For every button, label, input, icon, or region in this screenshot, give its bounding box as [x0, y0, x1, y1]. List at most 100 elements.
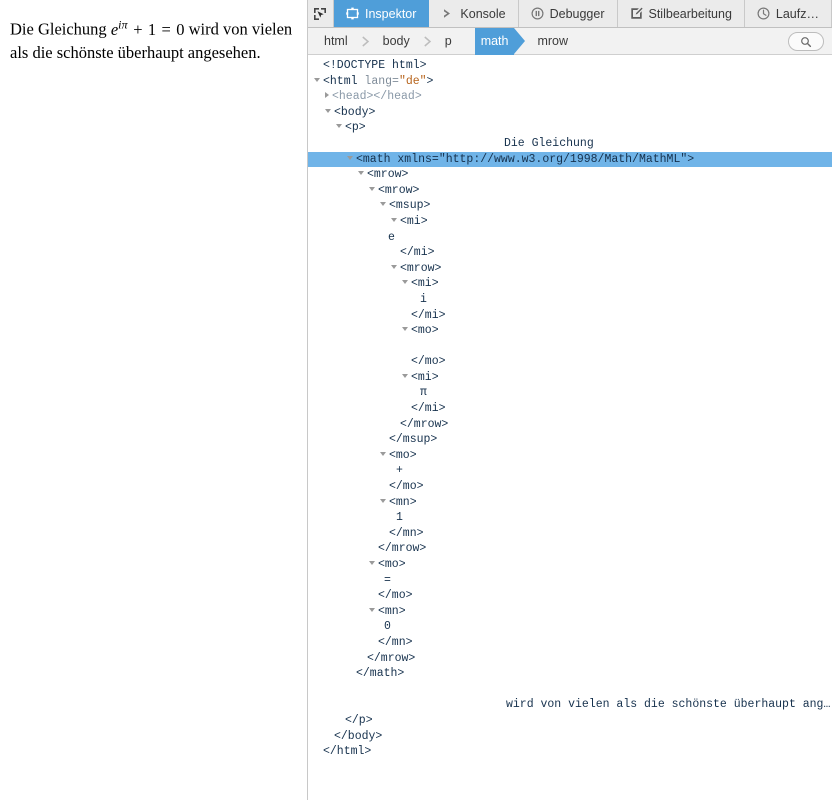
- twisty-open-icon[interactable]: [369, 561, 375, 565]
- element-tag: </msup>: [389, 433, 438, 447]
- twisty-open-icon[interactable]: [358, 171, 364, 176]
- element-tag: <math xmlns="http://www.w3.org/1998/Math…: [356, 152, 695, 166]
- text-node-value: e: [388, 230, 395, 244]
- markup-element-row[interactable]: </mrow>: [308, 651, 832, 667]
- markup-element-row[interactable]: <mn>: [308, 495, 832, 511]
- breadcrumb-item-body[interactable]: body: [371, 28, 422, 55]
- math-operator-equals: =: [161, 19, 171, 39]
- markup-element-row[interactable]: <mi>: [308, 214, 832, 230]
- markup-tree[interactable]: <!DOCTYPE html> <html lang="de"> <head></h…: [308, 55, 832, 800]
- markup-element-row[interactable]: </mo>: [308, 354, 832, 370]
- markup-element-row[interactable]: </mi>: [308, 401, 832, 417]
- markup-element-row[interactable]: <mn>: [308, 604, 832, 620]
- markup-text-node[interactable]: 0: [308, 619, 832, 635]
- twisty-open-icon[interactable]: [380, 498, 386, 503]
- markup-element-row[interactable]: <mo>: [308, 323, 832, 339]
- tab-inspektor[interactable]: Inspektor: [333, 0, 430, 27]
- element-tag: </mo>: [411, 355, 446, 369]
- markup-element-row[interactable]: <math xmlns="http://www.w3.org/1998/Math…: [308, 151, 832, 168]
- markup-text-node[interactable]: wird von vielen als die schönste überhau…: [308, 697, 832, 713]
- markup-element-row[interactable]: <mrow>: [308, 183, 832, 199]
- breadcrumb-label: p: [444, 34, 452, 48]
- twisty-placeholder: [402, 312, 408, 316]
- attribute-value[interactable]: "de": [399, 75, 427, 88]
- element-tag-with-attribute: <html lang="de">: [323, 75, 433, 88]
- markup-element-row[interactable]: </mo>: [308, 479, 832, 495]
- console-chevron-icon: [441, 7, 454, 20]
- markup-doctype-row[interactable]: <!DOCTYPE html>: [308, 58, 832, 74]
- twisty-open-icon[interactable]: [380, 451, 386, 456]
- markup-element-row[interactable]: <p>: [308, 120, 832, 136]
- math-number-one: 1: [147, 19, 157, 39]
- twisty-open-icon[interactable]: [325, 108, 331, 113]
- element-tag: <head></head>: [332, 90, 422, 104]
- markup-element-row[interactable]: </mrow>: [308, 417, 832, 433]
- markup-element-row[interactable]: <mi>: [308, 276, 832, 292]
- twisty-open-icon[interactable]: [314, 77, 320, 82]
- markup-element-row[interactable]: <mrow>: [308, 167, 832, 183]
- twisty-open-icon[interactable]: [391, 217, 397, 222]
- node-picker-button[interactable]: [308, 0, 334, 27]
- text-node-value: wird von vielen als die schönste überhau…: [506, 698, 831, 712]
- markup-element-row[interactable]: <mo>: [308, 448, 832, 464]
- markup-text-node[interactable]: [308, 339, 832, 355]
- markup-element-row-collapsed[interactable]: <head></head>: [308, 89, 832, 105]
- markup-text-node[interactable]: π: [308, 385, 832, 401]
- markup-text-node[interactable]: =: [308, 573, 832, 589]
- markup-element-row[interactable]: </body>: [308, 729, 832, 745]
- markup-text-node[interactable]: 1: [308, 510, 832, 526]
- math-exponent-ipi: iπ: [118, 17, 128, 31]
- markup-element-row[interactable]: </html>: [308, 744, 832, 760]
- breadcrumb-item-mrow[interactable]: mrow: [525, 28, 580, 55]
- twisty-open-icon[interactable]: [402, 327, 408, 332]
- markup-element-row[interactable]: </mi>: [308, 245, 832, 261]
- markup-element-row[interactable]: </mn>: [308, 526, 832, 542]
- markup-element-row[interactable]: <body>: [308, 105, 832, 121]
- debugger-pause-icon: [531, 7, 544, 20]
- breadcrumb-item-p[interactable]: p: [433, 28, 464, 55]
- markup-element-row[interactable]: </msup>: [308, 432, 832, 448]
- twisty-open-icon[interactable]: [347, 155, 353, 160]
- element-tag: </mn>: [378, 635, 413, 649]
- tab-konsole[interactable]: Konsole: [429, 0, 519, 27]
- markup-element-row[interactable]: </math>: [308, 666, 832, 682]
- twisty-open-icon[interactable]: [391, 264, 397, 269]
- markup-element-row[interactable]: </mn>: [308, 635, 832, 651]
- element-tag: </mo>: [378, 589, 413, 603]
- markup-element-row[interactable]: <mi>: [308, 370, 832, 386]
- twisty-open-icon[interactable]: [336, 124, 342, 129]
- attribute-name[interactable]: lang=: [364, 75, 399, 88]
- element-tag: <mrow>: [378, 183, 420, 197]
- breadcrumb-item-math[interactable]: math: [463, 27, 526, 55]
- markup-element-row[interactable]: <msup>: [308, 198, 832, 214]
- markup-element-row[interactable]: </mo>: [308, 588, 832, 604]
- breadcrumb-search-button[interactable]: [788, 32, 824, 51]
- markup-element-row[interactable]: <mo>: [308, 557, 832, 573]
- twisty-open-icon[interactable]: [369, 186, 375, 191]
- markup-element-row[interactable]: </mrow>: [308, 541, 832, 557]
- breadcrumb-item-html[interactable]: html: [312, 28, 360, 55]
- markup-element-row[interactable]: </mi>: [308, 308, 832, 324]
- markup-element-row[interactable]: <html lang="de">: [308, 74, 832, 90]
- tab-debugger[interactable]: Debugger: [518, 0, 618, 27]
- twisty-open-icon[interactable]: [402, 280, 408, 285]
- twisty-open-icon[interactable]: [402, 373, 408, 378]
- markup-element-row[interactable]: <mrow>: [308, 261, 832, 277]
- element-tag: </mrow>: [400, 417, 449, 431]
- inspector-icon: [346, 7, 359, 20]
- markup-blank-row[interactable]: [308, 682, 832, 698]
- twisty-closed-icon[interactable]: [325, 92, 329, 99]
- markup-text-node[interactable]: e: [308, 230, 832, 246]
- twisty-open-icon[interactable]: [369, 607, 375, 612]
- markup-text-node[interactable]: i: [308, 292, 832, 308]
- text-node-value: π: [420, 386, 427, 400]
- markup-element-row[interactable]: </p>: [308, 713, 832, 729]
- markup-text-node[interactable]: +: [308, 463, 832, 479]
- markup-text-node[interactable]: Die Gleichung: [308, 136, 832, 152]
- devtools-panel: Inspektor Konsole Debugger Stilbearbeitu…: [308, 0, 832, 800]
- breadcrumb-label: math: [480, 34, 509, 48]
- tag-close: >: [426, 74, 434, 88]
- twisty-open-icon[interactable]: [380, 202, 386, 207]
- tab-stilbearbeitung[interactable]: Stilbearbeitung: [617, 0, 745, 27]
- tab-laufzeitanalyse[interactable]: Laufz…: [744, 0, 832, 27]
